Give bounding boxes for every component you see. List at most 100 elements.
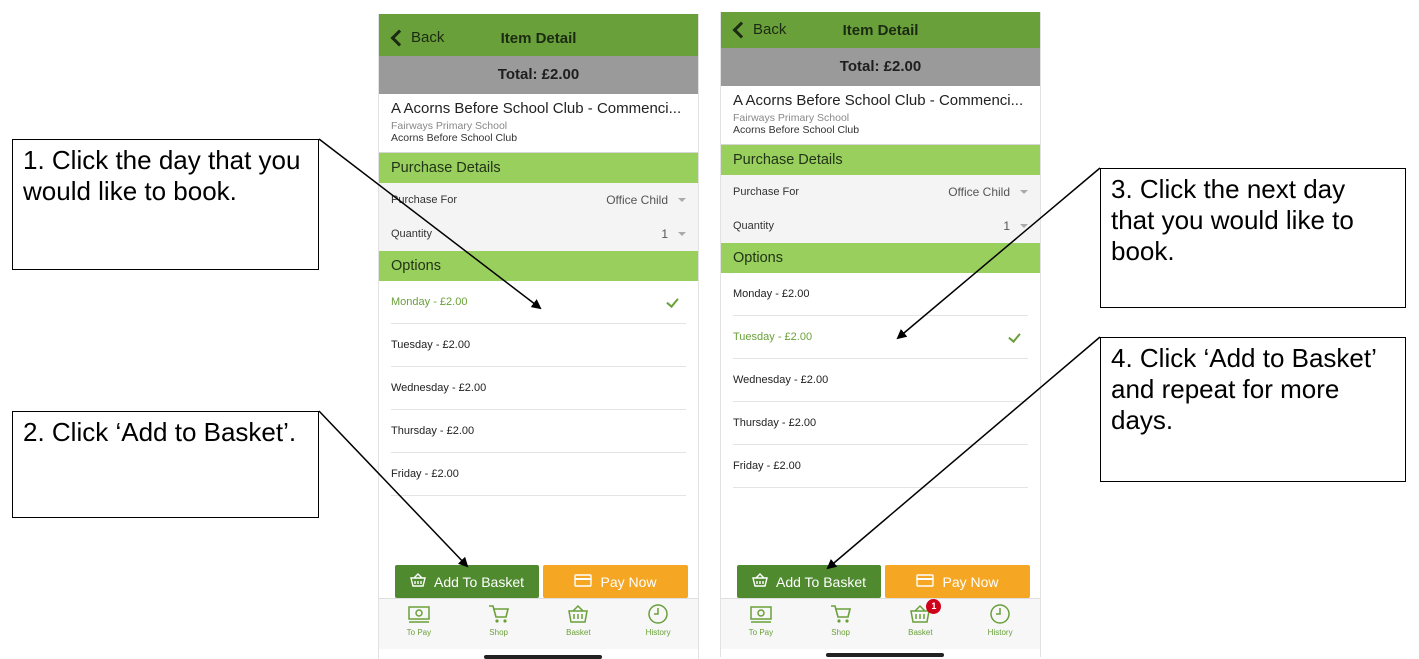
basket-icon: [410, 573, 426, 590]
option-label: Friday - £2.00: [733, 460, 801, 472]
banknote-icon: [750, 606, 772, 623]
options-heading: Options: [379, 251, 698, 281]
purchase-for-value: Office Child: [948, 185, 1010, 199]
option-label: Wednesday - £2.00: [391, 382, 487, 394]
option-label: Thursday - £2.00: [391, 425, 475, 437]
callout-step-2: 2. Click ‘Add to Basket’.: [12, 411, 319, 518]
tab-to-pay[interactable]: To Pay: [379, 599, 459, 649]
pay-now-button[interactable]: Pay Now: [885, 565, 1030, 598]
pay-now-label: Pay Now: [600, 573, 657, 590]
chevron-down-icon: [1020, 190, 1028, 194]
home-indicator: [484, 655, 602, 659]
tab-history[interactable]: History: [960, 599, 1040, 649]
callout-step-4: 4. Click ‘Add to Basket’ and repeat for …: [1100, 337, 1406, 482]
option-label: Wednesday - £2.00: [733, 374, 829, 386]
tab-bar: To Pay Shop Basket History: [379, 598, 698, 649]
cart-icon: [488, 605, 509, 623]
tab-shop[interactable]: Shop: [801, 599, 881, 649]
option-wednesday[interactable]: Wednesday - £2.00: [733, 359, 1028, 402]
purchase-for-select[interactable]: Purchase For Office Child: [721, 175, 1040, 209]
item-info: A Acorns Before School Club - Commenci..…: [721, 86, 1040, 145]
quantity-value: 1: [1003, 219, 1010, 233]
nav-bar: Back Item Detail: [721, 12, 1040, 48]
purchase-for-value: Office Child: [606, 193, 668, 207]
page-title: Item Detail: [500, 30, 577, 47]
tab-basket[interactable]: 1 Basket: [881, 599, 961, 649]
basket-icon: [752, 573, 768, 590]
tab-history[interactable]: History: [618, 599, 698, 649]
callout-step-1: 1. Click the day that you would like to …: [12, 139, 319, 270]
clock-icon: [648, 604, 668, 624]
item-title: A Acorns Before School Club - Commenci..…: [391, 100, 682, 117]
item-info: A Acorns Before School Club - Commenci..…: [379, 94, 698, 153]
item-club: Acorns Before School Club: [391, 132, 518, 144]
banknote-icon: [408, 606, 430, 623]
credit-card-icon: [574, 573, 593, 590]
quantity-select[interactable]: Quantity 1: [721, 209, 1040, 243]
chevron-down-icon: [1020, 224, 1028, 228]
option-label: Friday - £2.00: [391, 468, 459, 480]
options-heading: Options: [721, 243, 1040, 273]
tab-to-pay[interactable]: To Pay: [721, 599, 801, 649]
option-tuesday[interactable]: Tuesday - £2.00: [391, 324, 686, 367]
option-monday[interactable]: Monday - £2.00: [733, 273, 1028, 316]
checkmark-icon: [666, 295, 679, 308]
item-title: A Acorns Before School Club - Commenci..…: [733, 92, 1024, 109]
option-wednesday[interactable]: Wednesday - £2.00: [391, 367, 686, 410]
option-tuesday[interactable]: Tuesday - £2.00: [733, 316, 1028, 359]
home-indicator: [826, 653, 944, 657]
purchase-for-label: Purchase For: [733, 186, 800, 198]
phone-screen-step-1: Back Item Detail Total: £2.00 A Acorns B…: [378, 14, 699, 659]
add-to-basket-button[interactable]: Add To Basket: [395, 565, 539, 598]
option-label: Monday - £2.00: [733, 288, 810, 300]
tab-label: Basket: [566, 628, 591, 637]
item-club: Acorns Before School Club: [733, 124, 860, 136]
nav-bar: Back Item Detail: [379, 20, 698, 56]
purchase-for-select[interactable]: Purchase For Office Child: [379, 183, 698, 217]
option-thursday[interactable]: Thursday - £2.00: [733, 402, 1028, 445]
option-friday[interactable]: Friday - £2.00: [391, 453, 686, 496]
pay-now-label: Pay Now: [942, 573, 999, 590]
purchase-details-heading: Purchase Details: [379, 153, 698, 183]
quantity-label: Quantity: [733, 220, 774, 232]
quantity-value: 1: [661, 227, 668, 241]
cart-icon: [830, 605, 851, 623]
tab-label: Basket: [908, 628, 933, 637]
purchase-details-heading: Purchase Details: [721, 145, 1040, 175]
tab-basket[interactable]: Basket: [539, 599, 619, 649]
add-to-basket-label: Add To Basket: [775, 573, 867, 590]
tab-label: To Pay: [748, 628, 774, 637]
option-monday[interactable]: Monday - £2.00: [391, 281, 686, 324]
item-school: Fairways Primary School: [733, 112, 850, 124]
phone-screen-step-2: Back Item Detail Total: £2.00 A Acorns B…: [720, 12, 1041, 657]
basket-count-badge: 1: [926, 599, 942, 614]
annotation-arrows: [318, 138, 1101, 570]
option-label: Thursday - £2.00: [733, 417, 817, 429]
tab-shop[interactable]: Shop: [459, 599, 539, 649]
options-list: Monday - £2.00 Tuesday - £2.00 Wednesday…: [379, 281, 698, 496]
tab-bar: To Pay Shop 1 Basket History: [721, 598, 1040, 649]
options-list: Monday - £2.00 Tuesday - £2.00 Wednesday…: [721, 273, 1040, 488]
tab-label: To Pay: [406, 628, 432, 637]
tab-label: Shop: [831, 628, 850, 637]
purchase-for-label: Purchase For: [391, 194, 458, 206]
add-to-basket-label: Add To Basket: [433, 573, 525, 590]
chevron-down-icon: [678, 232, 686, 236]
pay-now-button[interactable]: Pay Now: [543, 565, 688, 598]
option-friday[interactable]: Friday - £2.00: [733, 445, 1028, 488]
option-thursday[interactable]: Thursday - £2.00: [391, 410, 686, 453]
clock-icon: [990, 604, 1010, 624]
option-label: Tuesday - £2.00: [733, 331, 813, 343]
total-bar: Total: £2.00: [721, 48, 1040, 86]
quantity-label: Quantity: [391, 228, 432, 240]
option-label: Monday - £2.00: [391, 296, 468, 308]
tab-label: History: [987, 628, 1013, 637]
add-to-basket-button[interactable]: Add To Basket: [737, 565, 881, 598]
callout-step-3: 3. Click the next day that you would lik…: [1100, 168, 1406, 308]
quantity-select[interactable]: Quantity 1: [379, 217, 698, 251]
tab-label: Shop: [489, 628, 508, 637]
basket-icon: [568, 604, 589, 623]
checkmark-icon: [1008, 330, 1021, 343]
option-label: Tuesday - £2.00: [391, 339, 471, 351]
tab-label: History: [645, 628, 671, 637]
